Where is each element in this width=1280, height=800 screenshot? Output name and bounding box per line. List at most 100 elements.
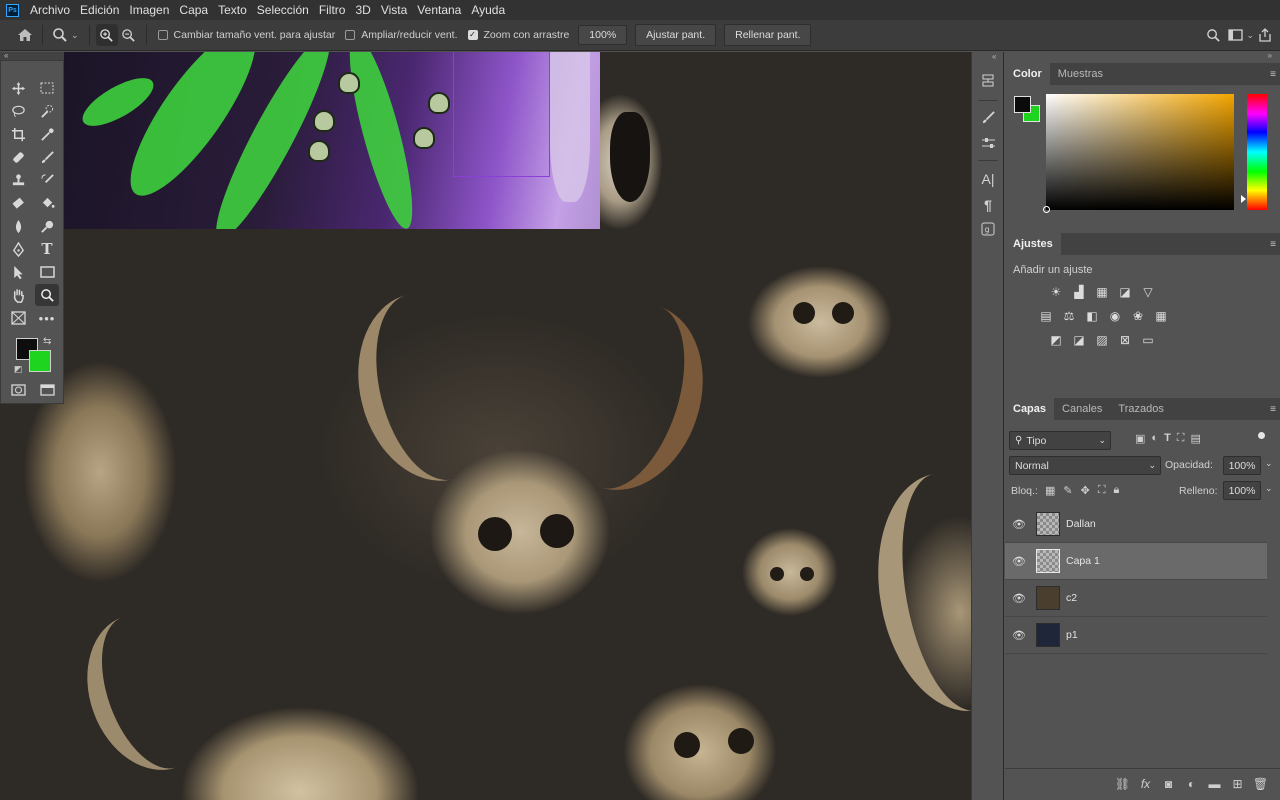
curves-icon[interactable]: ▦ [1091, 282, 1113, 302]
filter-toggle-icon[interactable] [1258, 432, 1265, 439]
photo-filter-icon[interactable]: ◉ [1104, 306, 1126, 326]
lock-pixels-icon[interactable]: ✎ [1063, 484, 1072, 497]
menu-3d[interactable]: 3D [350, 0, 375, 20]
lasso-tool-icon[interactable] [6, 100, 30, 122]
eyedropper-tool-icon[interactable] [35, 123, 59, 145]
zoom-tool-preset-icon[interactable] [49, 24, 71, 46]
move-tool-icon[interactable] [6, 77, 30, 99]
search-icon[interactable] [1202, 24, 1224, 46]
layer-name[interactable]: Capa 1 [1066, 555, 1100, 567]
crop-tool-icon[interactable] [6, 123, 30, 145]
panel-menu-icon[interactable]: ≡ [1270, 404, 1276, 415]
color-picker-cursor[interactable] [1043, 206, 1050, 213]
more-tools-icon[interactable]: ••• [35, 307, 59, 329]
paint-bucket-tool-icon[interactable] [35, 192, 59, 214]
path-selection-tool-icon[interactable] [6, 261, 30, 283]
hue-slider[interactable] [1247, 94, 1267, 210]
checkmark-icon[interactable]: ✓ [467, 30, 478, 40]
rectangle-tool-icon[interactable] [35, 261, 59, 283]
layer-row-p1[interactable]: 👁︎ p1 [1005, 617, 1267, 654]
blur-tool-icon[interactable] [6, 215, 30, 237]
home-icon[interactable] [14, 24, 36, 46]
tab-swatches[interactable]: Muestras [1050, 63, 1111, 85]
posterize-icon[interactable]: ◪ [1068, 330, 1090, 350]
layer-name[interactable]: Dallan [1066, 518, 1096, 530]
black-white-icon[interactable]: ◧ [1081, 306, 1103, 326]
tab-paths[interactable]: Trazados [1110, 398, 1171, 420]
tab-color[interactable]: Color [1005, 63, 1050, 85]
lock-all-icon[interactable]: 🔒︎ [1114, 484, 1120, 497]
workspace-icon[interactable] [1224, 24, 1246, 46]
chevron-down-icon[interactable]: ⌄ [1265, 483, 1273, 494]
panel-menu-icon[interactable]: ≡ [1270, 69, 1276, 80]
marquee-tool-icon[interactable] [35, 77, 59, 99]
vibrance-icon[interactable]: ▽ [1137, 282, 1159, 302]
clone-stamp-tool-icon[interactable] [6, 169, 30, 191]
brush-settings-icon[interactable] [976, 106, 1000, 128]
menu-edicion[interactable]: Edición [75, 0, 124, 20]
brush-tool-icon[interactable] [35, 146, 59, 168]
scrubby-zoom-checkbox[interactable]: ✓ Zoom con arrastre [467, 29, 569, 41]
lock-position-icon[interactable]: ✥ [1081, 484, 1090, 497]
menu-ayuda[interactable]: Ayuda [466, 0, 510, 20]
channel-mixer-icon[interactable]: ❀ [1127, 306, 1149, 326]
menu-ventana[interactable]: Ventana [412, 0, 466, 20]
eraser-tool-icon[interactable] [6, 192, 30, 214]
glyphs-panel-icon[interactable]: g [976, 218, 1000, 240]
menu-vista[interactable]: Vista [376, 0, 412, 20]
menu-texto[interactable]: Texto [213, 0, 252, 20]
visibility-eye-icon[interactable]: 👁︎ [1005, 555, 1033, 568]
invert-icon[interactable]: ◩ [1045, 330, 1067, 350]
share-icon[interactable] [1254, 24, 1276, 46]
link-layers-icon[interactable]: ⛓ [1111, 777, 1134, 791]
quick-mask-icon[interactable] [6, 379, 30, 401]
screen-mode-icon[interactable] [35, 379, 59, 401]
layer-filter-select[interactable]: ⚲ Tipo ⌄ [1009, 431, 1111, 450]
lock-transparency-icon[interactable]: ▦ [1045, 484, 1055, 497]
type-tool-icon[interactable]: T [35, 238, 59, 260]
resize-windows-checkbox[interactable]: Cambiar tamaño vent. para ajustar [157, 29, 335, 41]
chevron-down-icon[interactable]: ⌄ [1246, 30, 1254, 41]
layer-row-dallan[interactable]: 👁︎ Dallan [1005, 506, 1267, 543]
dodge-tool-icon[interactable] [35, 215, 59, 237]
new-adjustment-layer-icon[interactable]: ◐ [1180, 777, 1203, 791]
adjustment-filter-icon[interactable]: ◐ [1151, 432, 1158, 445]
zoom-all-windows-checkbox[interactable]: Ampliar/reducir vent. [345, 29, 458, 41]
frame-tool-icon[interactable] [6, 307, 30, 329]
hand-tool-icon[interactable] [6, 284, 30, 306]
opacity-field[interactable]: 100% [1223, 456, 1261, 475]
collapse-arrows-icon[interactable]: « [4, 51, 8, 60]
fill-screen-button[interactable]: Rellenar pant. [724, 24, 812, 46]
menu-filtro[interactable]: Filtro [314, 0, 351, 20]
new-group-icon[interactable]: ▬ [1203, 777, 1226, 791]
zoom-percentage-field[interactable]: 100% [578, 25, 628, 45]
zoom-in-icon[interactable] [95, 24, 118, 46]
pen-tool-icon[interactable] [6, 238, 30, 260]
visibility-eye-icon[interactable]: 👁︎ [1005, 592, 1033, 605]
add-mask-icon[interactable]: ◙ [1157, 777, 1180, 791]
checkbox-box[interactable] [345, 30, 356, 40]
threshold-icon[interactable]: ▨ [1091, 330, 1113, 350]
fit-screen-button[interactable]: Ajustar pant. [635, 24, 717, 46]
chevron-down-icon[interactable]: ⌄ [71, 30, 79, 41]
checkbox-box[interactable] [157, 30, 168, 40]
brightness-icon[interactable]: ☀ [1045, 282, 1067, 302]
pixel-filter-icon[interactable]: ▣ [1135, 432, 1145, 445]
tab-adjustments[interactable]: Ajustes [1005, 233, 1061, 255]
default-colors-icon[interactable]: ◩ [14, 364, 23, 375]
color-balance-icon[interactable]: ⚖ [1058, 306, 1080, 326]
layer-row-c2[interactable]: 👁︎ c2 [1005, 580, 1267, 617]
layer-style-icon[interactable]: fx [1134, 777, 1157, 791]
toolbar-header[interactable]: « [0, 51, 64, 60]
hue-saturation-icon[interactable]: ▤ [1035, 306, 1057, 326]
menu-seleccion[interactable]: Selección [252, 0, 314, 20]
background-color-swatch[interactable] [29, 350, 51, 372]
blend-mode-select[interactable]: Normal ⌄ [1009, 456, 1161, 475]
panel-menu-icon[interactable]: ≡ [1270, 239, 1276, 250]
chevron-down-icon[interactable]: ⌄ [1265, 458, 1273, 469]
menu-archivo[interactable]: Archivo [25, 0, 75, 20]
lock-artboard-icon[interactable]: ⛶ [1098, 484, 1106, 497]
healing-brush-tool-icon[interactable] [6, 146, 30, 168]
tab-channels[interactable]: Canales [1054, 398, 1110, 420]
quick-selection-tool-icon[interactable] [35, 100, 59, 122]
